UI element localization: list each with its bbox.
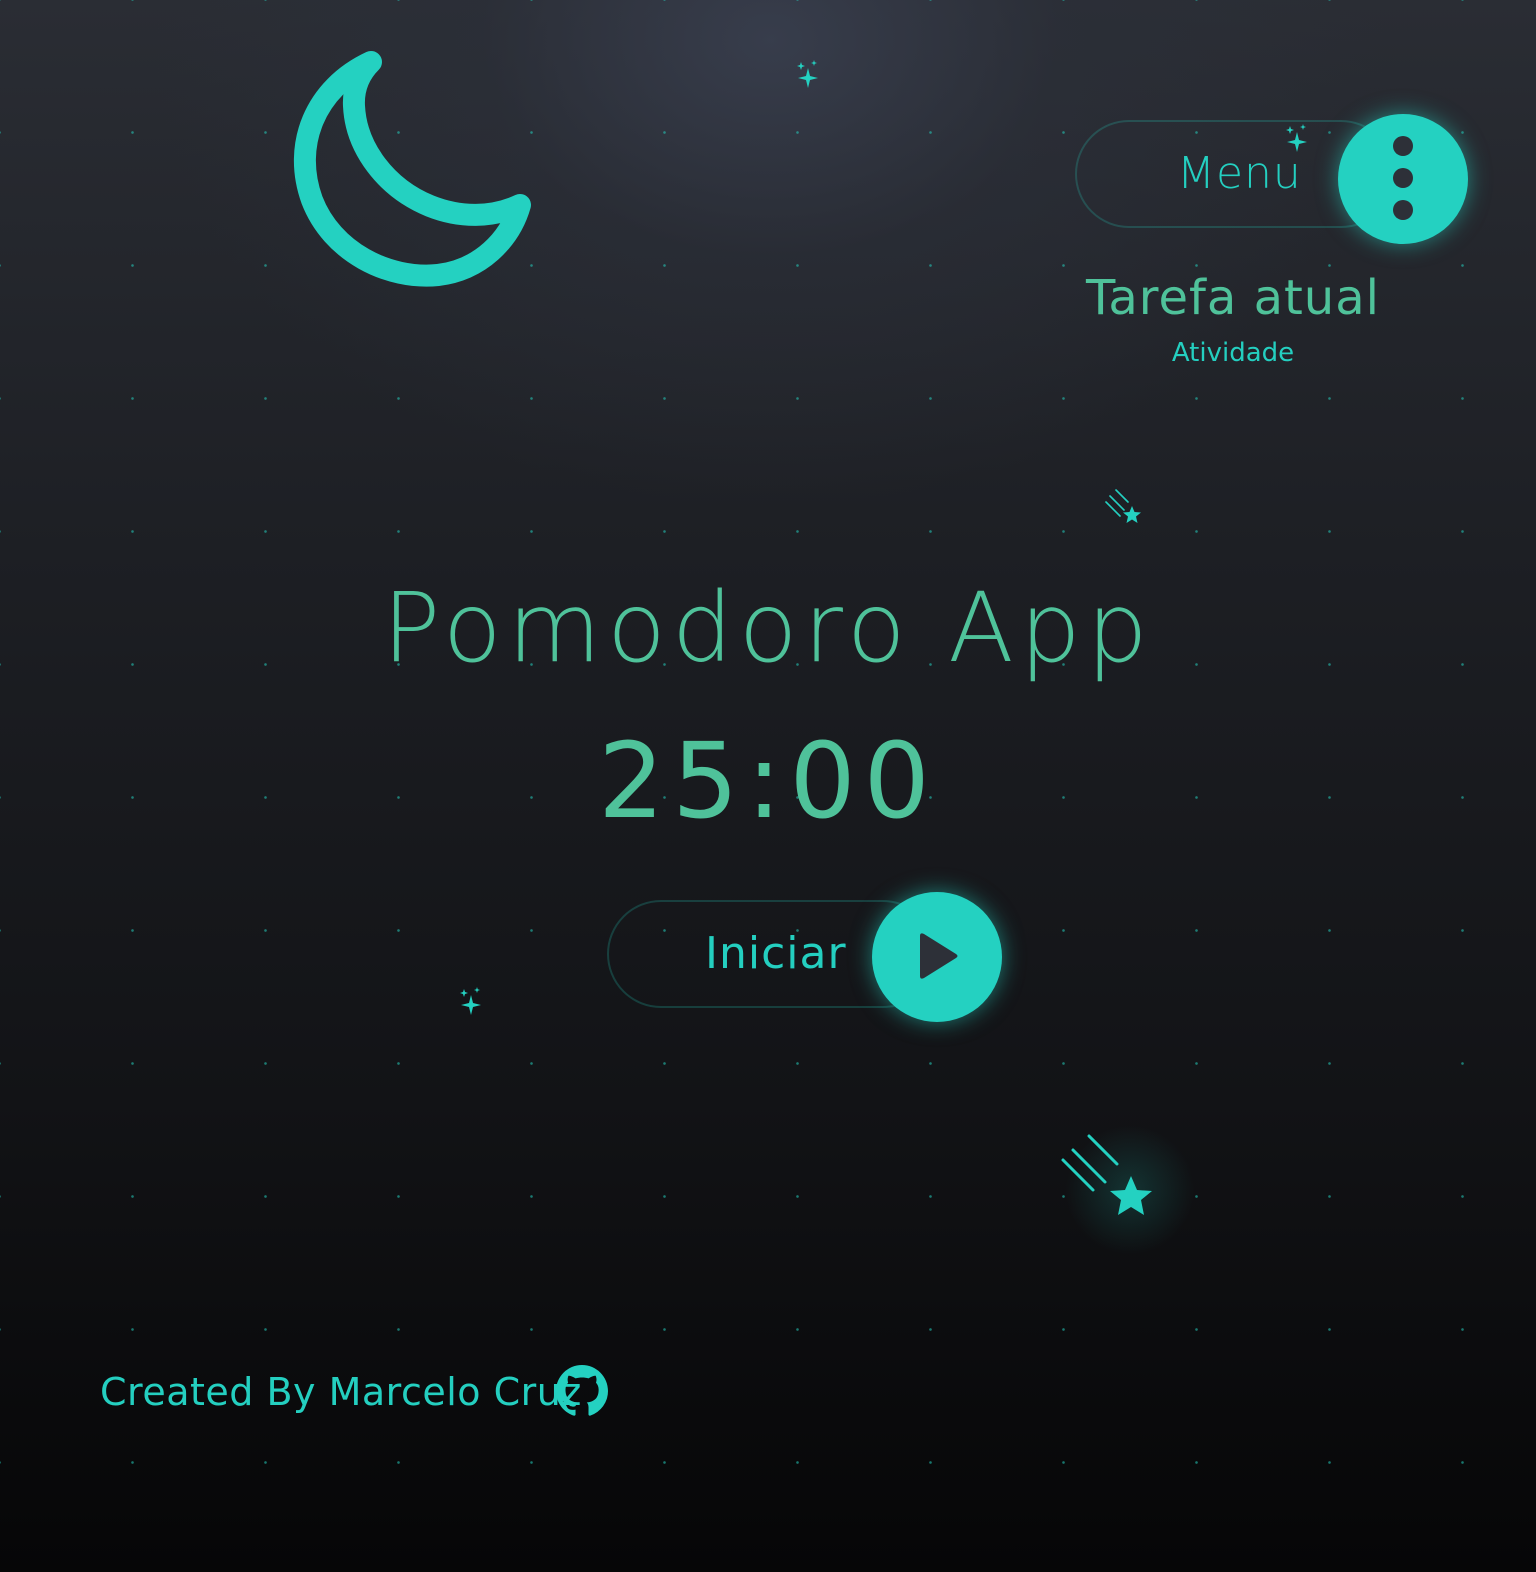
- kebab-menu-icon[interactable]: [1338, 114, 1468, 244]
- footer-credit: Created By Marcelo Cruz: [100, 1370, 582, 1414]
- github-icon[interactable]: [556, 1365, 608, 1417]
- current-task-title: Tarefa atual: [1086, 270, 1380, 326]
- start-label: Iniciar: [705, 928, 847, 979]
- timer-display: 25:00: [598, 720, 938, 842]
- play-button[interactable]: [872, 892, 1002, 1022]
- sparkle-icon: [797, 60, 818, 88]
- kebab-dot: [1393, 200, 1413, 220]
- current-task-activity: Atividade: [1171, 338, 1295, 368]
- kebab-dot: [1393, 168, 1413, 188]
- page-title: Pomodoro App: [382, 572, 1154, 684]
- sparkle-icon: [460, 987, 481, 1015]
- kebab-dot: [1393, 136, 1413, 156]
- menu-label: Menu: [1177, 148, 1302, 199]
- moon-icon[interactable]: [270, 40, 540, 310]
- play-icon: [920, 933, 958, 979]
- shooting-star-icon: [1105, 489, 1141, 523]
- shooting-star-icon: [1061, 1134, 1152, 1215]
